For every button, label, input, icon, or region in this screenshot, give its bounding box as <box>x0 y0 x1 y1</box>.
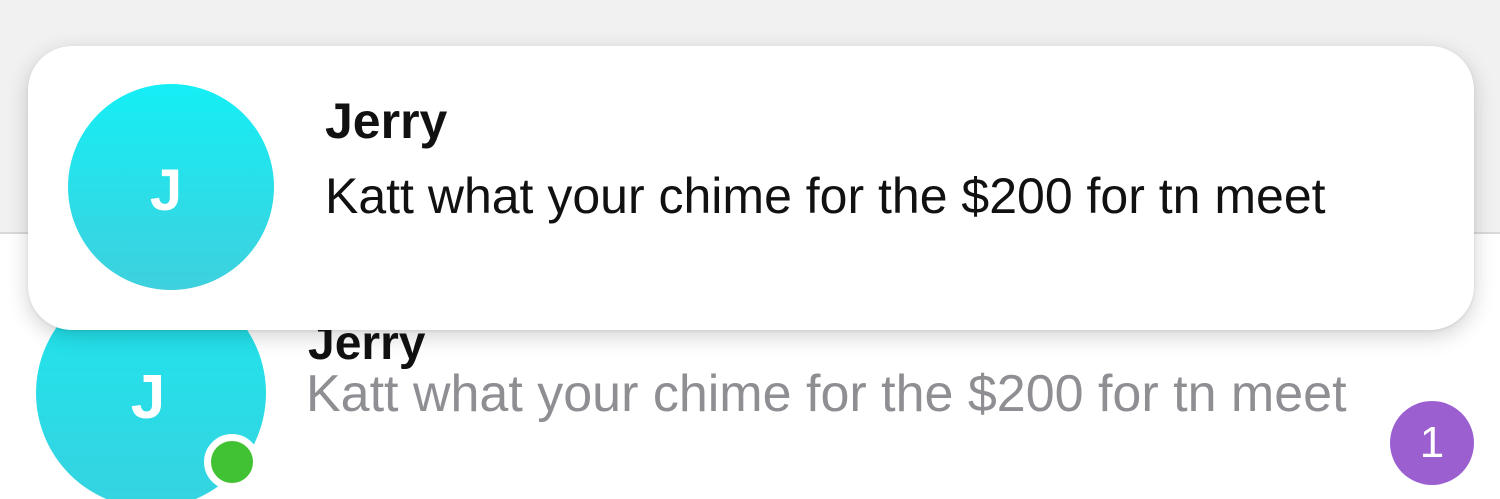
online-status-dot <box>204 434 260 490</box>
avatar-initial: J <box>149 157 183 223</box>
unread-count-badge: 1 <box>1390 401 1474 485</box>
notification-sender: Jerry <box>325 93 448 149</box>
message-preview: Katt what your chime for the $200 for tn… <box>306 365 1347 423</box>
screen: J Jerry Katt what your chime for the $20… <box>0 0 1500 499</box>
notification-message: Katt what your chime for the $200 for tn… <box>325 168 1326 224</box>
notification-banner[interactable]: J Jerry Katt what your chime for the $20… <box>28 46 1474 330</box>
notification-avatar: J <box>68 84 274 290</box>
avatar-initial: J <box>130 362 166 432</box>
